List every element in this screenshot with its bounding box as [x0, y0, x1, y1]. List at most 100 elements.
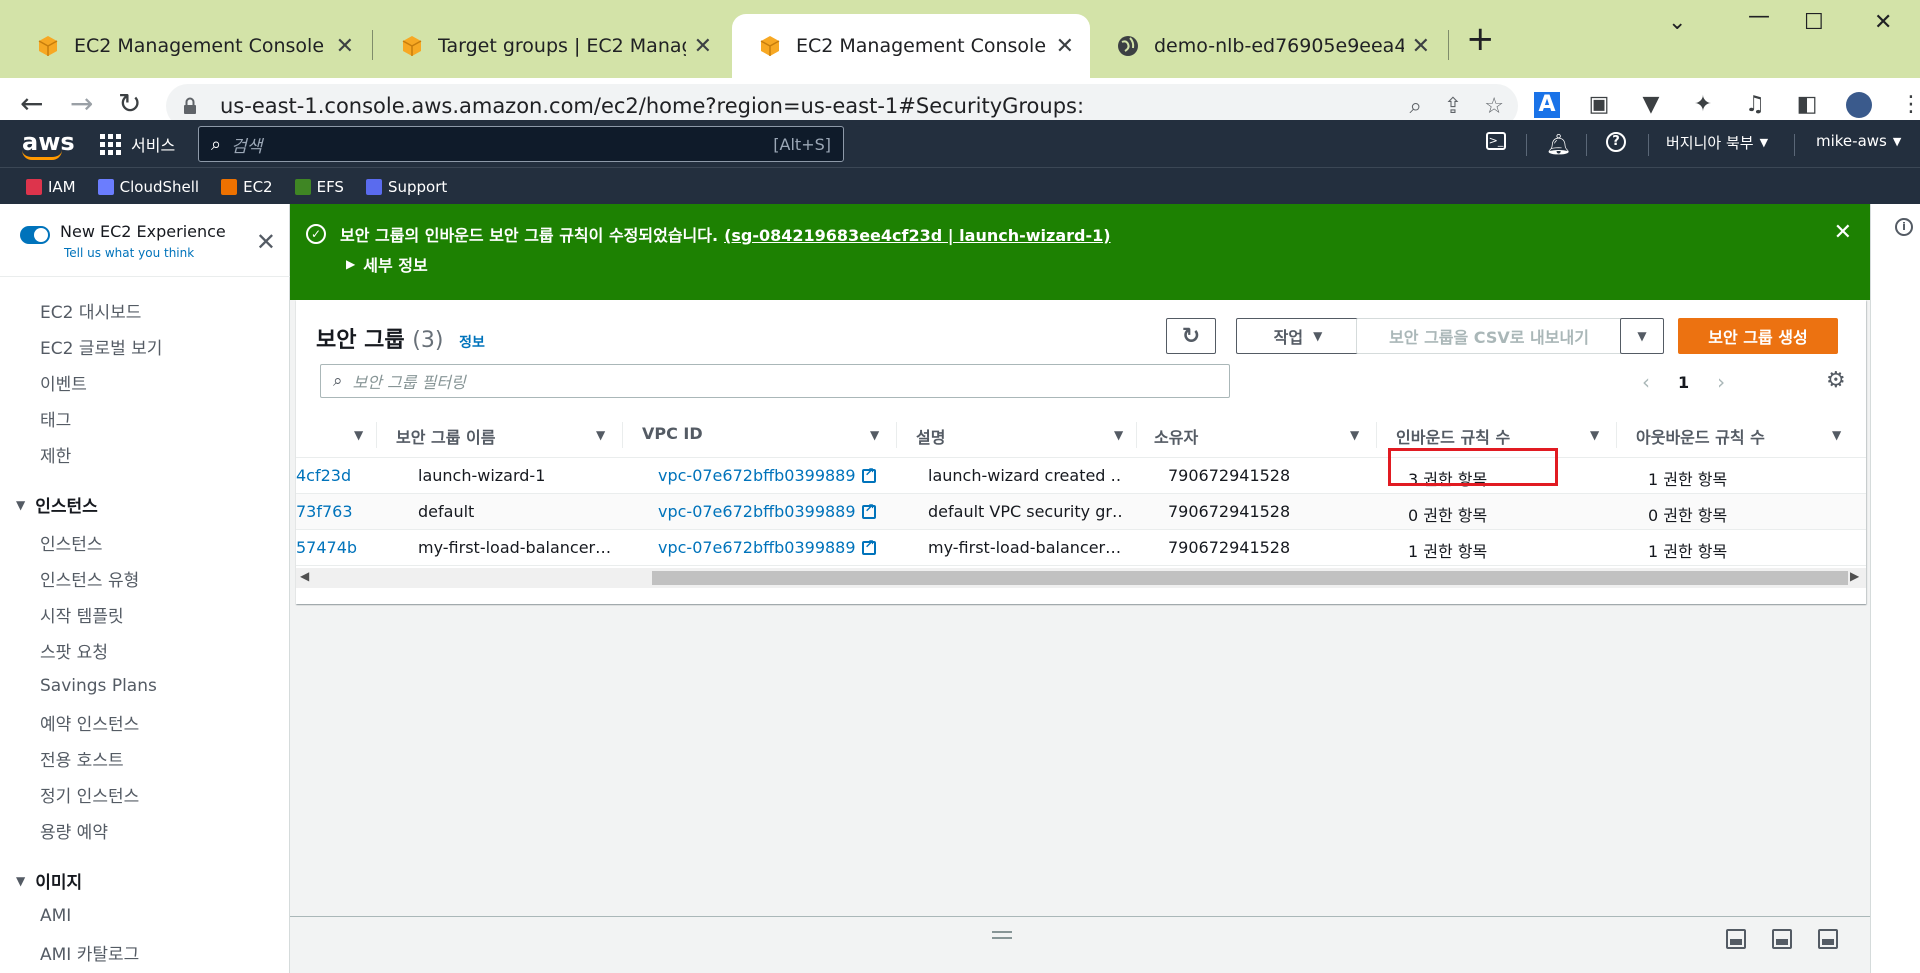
help-icon[interactable]: ? [1606, 132, 1626, 152]
sidebar-item-scheduled-instances[interactable]: 정기 인스턴스 [40, 782, 139, 807]
cloudshell-icon[interactable]: >_ [1486, 132, 1506, 150]
drag-handle-icon[interactable] [992, 931, 1012, 939]
column-header-inbound-rules[interactable]: 인바운드 규칙 수 [1396, 424, 1510, 448]
close-icon[interactable]: ✕ [1056, 34, 1074, 59]
sidebar-item-limits[interactable]: 제한 [40, 442, 71, 467]
chevron-left-icon[interactable]: ‹ [1642, 370, 1650, 394]
close-icon[interactable]: ✕ [256, 228, 276, 256]
vpc-id-link[interactable]: vpc-07e672bffb0399889 [658, 466, 888, 485]
security-group-id-link[interactable]: 4cf23d [296, 466, 351, 485]
region-selector[interactable]: 버지니아 북부 ▼ [1666, 132, 1768, 153]
sidebar-item-instance-types[interactable]: 인스턴스 유형 [40, 566, 139, 591]
feedback-link[interactable]: Tell us what you think [64, 246, 194, 260]
aws-logo[interactable]: aws [22, 128, 75, 160]
browser-tab[interactable]: Target groups | EC2 Manageme ✕ [374, 14, 728, 78]
sidebar-section-images[interactable]: ▼ 이미지 [16, 868, 82, 893]
browser-menu-icon[interactable]: ⋮ [1898, 92, 1920, 118]
table-row[interactable]: 57474b my-first-load-balancer… vpc-07e67… [296, 530, 1866, 566]
services-menu[interactable]: 서비스 [100, 132, 175, 156]
tab-search-icon[interactable]: ⌄ [1668, 10, 1686, 35]
horizontal-scrollbar[interactable]: ◀ ▶ [296, 568, 1866, 588]
sidebar-item-capacity-reservations[interactable]: 용량 예약 [40, 818, 108, 843]
vpc-id-link[interactable]: vpc-07e672bffb0399889 [658, 538, 888, 557]
browser-tab-active[interactable]: EC2 Management Console ✕ [732, 14, 1090, 78]
export-csv-button[interactable]: 보안 그룹을 CSV로 내보내기 [1356, 318, 1622, 354]
aws-search-input[interactable]: ⌕ 검색 [Alt+S] [198, 126, 844, 162]
back-icon[interactable]: ← [20, 90, 43, 118]
close-icon[interactable]: ✕ [694, 34, 712, 59]
side-panel-icon[interactable]: ◧ [1794, 92, 1820, 118]
column-header-description[interactable]: 설명 [916, 424, 945, 448]
forward-icon[interactable]: → [70, 90, 93, 118]
close-icon[interactable]: ✕ [1412, 34, 1430, 59]
refresh-button[interactable]: ↻ [1166, 318, 1216, 354]
sidebar-item-instances[interactable]: 인스턴스 [40, 530, 103, 555]
gear-icon[interactable]: ⚙ [1826, 368, 1846, 393]
screenshot-extension-icon[interactable]: ▣ [1586, 92, 1612, 118]
close-icon[interactable]: ✕ [1834, 220, 1852, 245]
security-group-link[interactable]: (sg-084219683ee4cf23d | launch-wizard-1) [724, 226, 1111, 245]
export-dropdown-button[interactable]: ▼ [1620, 318, 1664, 354]
sort-icon[interactable]: ▼ [1350, 428, 1359, 442]
info-link[interactable]: 정보 [459, 335, 485, 351]
scroll-left-icon[interactable]: ◀ [300, 569, 309, 583]
sort-icon[interactable]: ▼ [354, 428, 363, 442]
vue-devtools-icon[interactable]: ▼ [1638, 92, 1664, 118]
account-menu[interactable]: mike-aws ▼ [1816, 132, 1901, 150]
split-side-icon[interactable] [1772, 929, 1792, 949]
browser-tab[interactable]: EC2 Management Console ✕ [10, 14, 370, 78]
table-row[interactable]: 73f763 default vpc-07e672bffb0399889 def… [296, 494, 1866, 530]
chevron-right-icon[interactable]: › [1717, 370, 1725, 394]
sidebar-section-instances[interactable]: ▼ 인스턴스 [16, 492, 98, 517]
column-header-vpc-id[interactable]: VPC ID [642, 424, 703, 443]
sidebar-item-dashboard[interactable]: EC2 대시보드 [40, 298, 141, 323]
column-header-name[interactable]: 보안 그룹 이름 [396, 424, 495, 448]
bookmark-star-icon[interactable]: ☆ [1484, 94, 1504, 119]
vpc-id-link[interactable]: vpc-07e672bffb0399889 [658, 502, 888, 521]
column-header-owner[interactable]: 소유자 [1154, 424, 1198, 448]
sidebar-item-tags[interactable]: 태그 [40, 406, 71, 431]
security-group-id-link[interactable]: 57474b [296, 538, 357, 557]
zoom-icon[interactable]: ⌕ [1410, 94, 1422, 119]
current-page[interactable]: 1 [1678, 373, 1689, 392]
translate-extension-icon[interactable]: A [1534, 92, 1560, 118]
sort-icon[interactable]: ▼ [596, 428, 605, 442]
new-experience-toggle[interactable] [20, 226, 50, 244]
actions-button[interactable]: 작업 ▼ [1236, 318, 1360, 354]
scrollbar-thumb[interactable] [652, 571, 1848, 585]
browser-tab[interactable]: demo-nlb-ed76905e9eea4a63.el ✕ [1090, 14, 1446, 78]
favorite-ec2[interactable]: EC2 [221, 178, 273, 196]
sort-icon[interactable]: ▼ [1832, 428, 1841, 442]
favorite-support[interactable]: Support [365, 178, 447, 196]
close-icon[interactable]: ✕ [336, 34, 354, 59]
profile-avatar[interactable] [1846, 92, 1872, 118]
minimize-icon[interactable]: — [1748, 4, 1770, 29]
table-row[interactable]: 4cf23d launch-wizard-1 vpc-07e672bffb039… [296, 458, 1866, 494]
sidebar-item-ami-catalog[interactable]: AMI 카탈로그 [40, 940, 139, 965]
extensions-puzzle-icon[interactable]: ✦ [1690, 92, 1716, 118]
new-tab-button[interactable]: + [1466, 22, 1495, 56]
split-close-icon[interactable] [1818, 929, 1838, 949]
sidebar-item-events[interactable]: 이벤트 [40, 370, 87, 395]
flash-details-toggle[interactable]: ▶ 세부 정보 [346, 252, 428, 276]
favorite-efs[interactable]: EFS [294, 178, 344, 196]
sidebar-item-dedicated-hosts[interactable]: 전용 호스트 [40, 746, 124, 771]
favorite-cloudshell[interactable]: CloudShell [97, 178, 199, 196]
maximize-icon[interactable]: ☐ [1804, 10, 1824, 35]
sidebar-item-ami[interactable]: AMI [40, 906, 71, 926]
notifications-bell-icon[interactable]: 🔔︎ [1546, 132, 1571, 156]
scroll-right-icon[interactable]: ▶ [1850, 569, 1859, 583]
sidebar-item-spot-requests[interactable]: 스팟 요청 [40, 638, 108, 663]
create-security-group-button[interactable]: 보안 그룹 생성 [1678, 318, 1838, 354]
security-group-id-link[interactable]: 73f763 [296, 502, 353, 521]
column-header-outbound-rules[interactable]: 아웃바운드 규칙 수 [1636, 424, 1765, 448]
split-bottom-icon[interactable] [1726, 929, 1746, 949]
sort-icon[interactable]: ▼ [870, 428, 879, 442]
sort-icon[interactable]: ▼ [1114, 428, 1123, 442]
info-icon[interactable]: i [1895, 218, 1913, 236]
favorite-iam[interactable]: IAM [26, 178, 76, 196]
sidebar-item-reserved-instances[interactable]: 예약 인스턴스 [40, 710, 139, 735]
reload-icon[interactable]: ↻ [118, 90, 141, 118]
sidebar-item-global-view[interactable]: EC2 글로벌 보기 [40, 334, 162, 359]
share-icon[interactable]: ⇪ [1444, 94, 1462, 119]
